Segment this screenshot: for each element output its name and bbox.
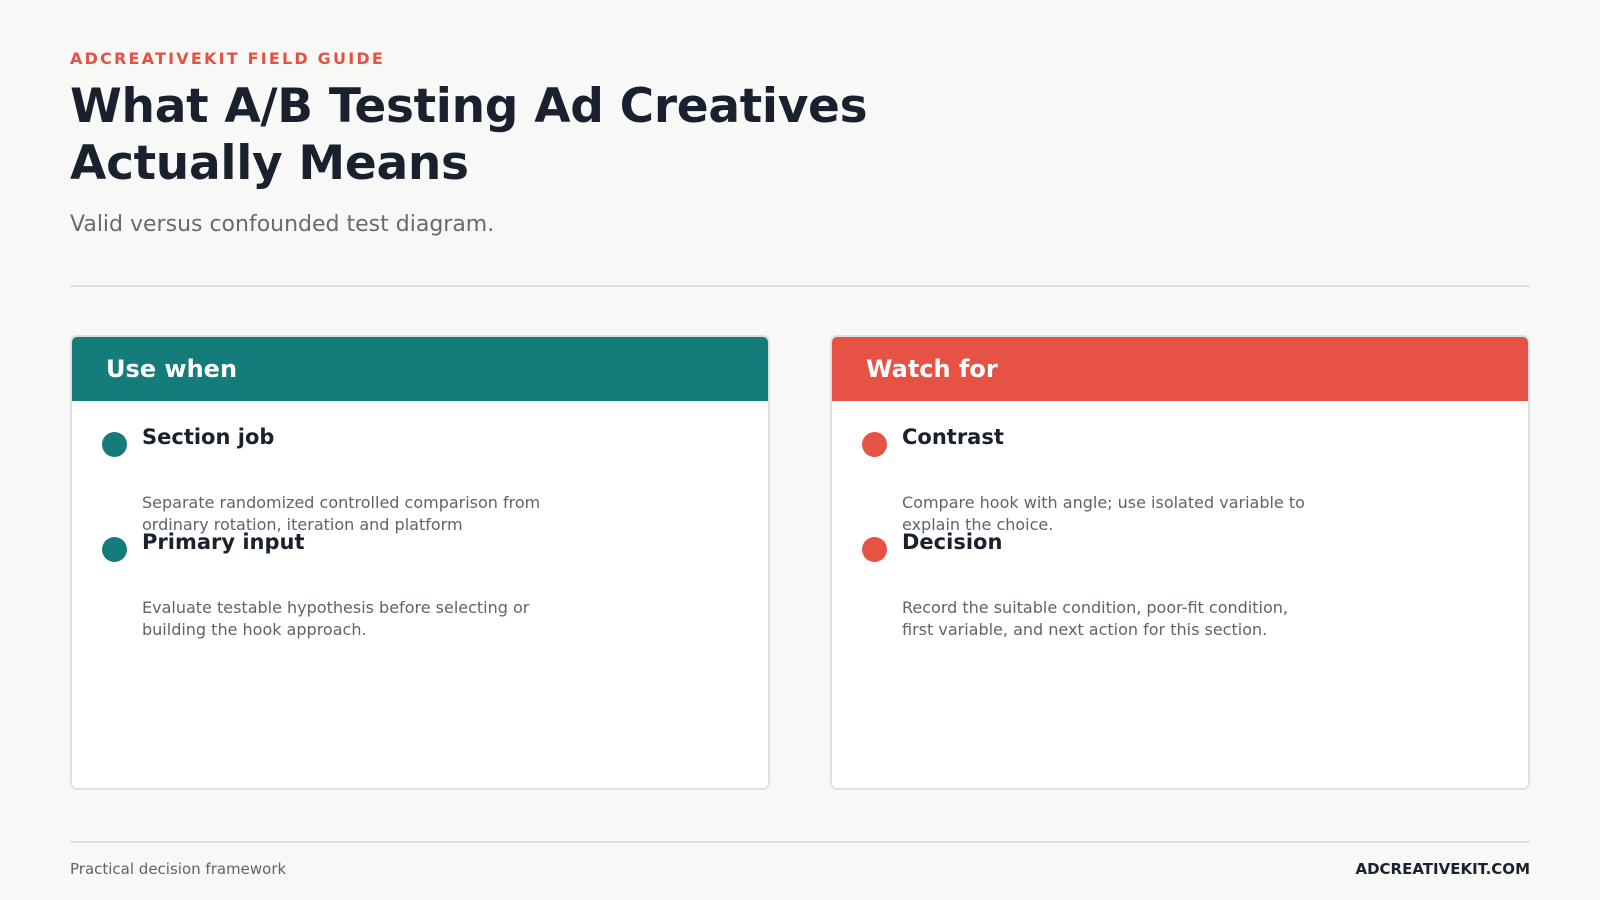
footer-caption: Practical decision framework [70,860,287,878]
use-when-card: Use when Section job Separate randomized… [70,335,770,790]
slide: ADCREATIVEKIT FIELD GUIDE What A/B Testi… [0,0,1600,900]
item-title: Primary input [142,530,305,554]
watch-for-card-header: Watch for [832,337,1528,401]
top-divider [70,285,1530,287]
bullet-dot-icon [862,537,887,562]
eyebrow-label: ADCREATIVEKIT FIELD GUIDE [70,49,385,68]
item-title: Decision [902,530,1003,554]
page-subtitle: Valid versus confounded test diagram. [70,212,495,237]
watch-for-card: Watch for Contrast Compare hook with ang… [830,335,1530,790]
item-description: Evaluate testable hypothesis before sele… [142,598,530,639]
bottom-divider [70,841,1530,843]
page-title: What A/B Testing Ad Creatives Actually M… [70,79,868,191]
bullet-dot-icon [862,432,887,457]
footer-brand-link[interactable]: ADCREATIVEKIT.COM [1355,860,1530,878]
item-title: Contrast [902,425,1004,449]
use-when-card-header: Use when [72,337,768,401]
bullet-dot-icon [102,537,127,562]
item-description: Record the suitable condition, poor-fit … [902,598,1288,639]
bullet-dot-icon [102,432,127,457]
item-title: Section job [142,425,275,449]
